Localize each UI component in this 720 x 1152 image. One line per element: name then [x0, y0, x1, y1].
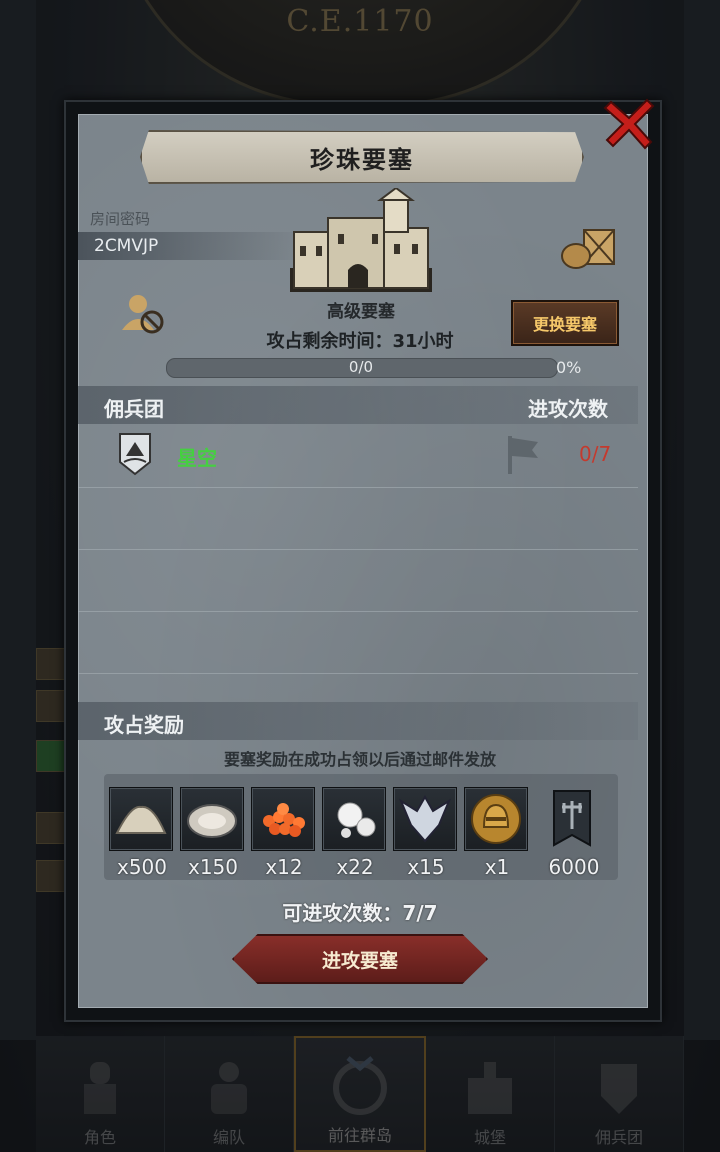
mercenary-name: 星空: [177, 446, 217, 470]
change-fortress-button[interactable]: 更换要塞: [511, 300, 619, 346]
attack-button-label: 进攻要塞: [321, 949, 398, 972]
available-attacks: 可进攻次数：7/7: [282, 901, 438, 925]
close-icon[interactable]: [603, 96, 657, 150]
reward-count: x150: [187, 855, 238, 879]
reward-note: 要塞奖励在成功占领以后通过邮件发放: [223, 750, 496, 769]
reward-count: 6000: [548, 855, 600, 879]
reward-slot: [109, 787, 173, 851]
reward-item[interactable]: [109, 787, 173, 851]
reward-slot: [251, 787, 315, 851]
knight-helmet-icon: [471, 794, 521, 844]
progress-percent: 0%: [556, 358, 582, 377]
fortress-icon: [290, 188, 432, 292]
reward-count: x15: [407, 855, 445, 879]
reward-item[interactable]: [393, 787, 457, 851]
header-mercenary: 佣兵团: [104, 397, 164, 421]
list-item[interactable]: [78, 430, 638, 486]
supply-crate-icon[interactable]: [560, 226, 616, 270]
roe-icon: [263, 803, 305, 837]
page-title: 珍珠要塞: [310, 145, 414, 174]
oyster-icon: [187, 804, 237, 838]
reward-count: x1: [484, 855, 510, 879]
reward-item[interactable]: [543, 787, 607, 853]
reward-slot: [322, 787, 386, 851]
reward-title: 攻占奖励: [104, 713, 184, 737]
reward-item[interactable]: [322, 787, 386, 851]
reward-slot: [464, 787, 528, 851]
reward-item[interactable]: [180, 787, 244, 851]
progress-value: 0/0: [348, 358, 374, 376]
row-divider: [78, 611, 638, 612]
header-attack-count: 进攻次数: [528, 397, 608, 421]
room-code-value[interactable]: 2CMVJP: [94, 236, 158, 256]
row-divider: [78, 673, 638, 674]
room-code-label: 房间密码: [90, 210, 151, 228]
title-banner: 珍珠要塞: [140, 130, 584, 184]
flag-icon: [508, 436, 538, 474]
reward-item[interactable]: [251, 787, 315, 851]
reward-item[interactable]: [464, 787, 528, 851]
remaining-time: 攻占剩余时间：31小时: [266, 331, 454, 352]
guild-banner-icon: [553, 790, 591, 847]
reward-count: x22: [336, 855, 374, 879]
user-block-icon[interactable]: [120, 292, 166, 336]
fortress-level: 高级要塞: [327, 302, 395, 322]
reward-slot: [393, 787, 457, 851]
reward-count: x12: [265, 855, 303, 879]
row-divider: [78, 487, 638, 488]
reward-slot: [180, 787, 244, 851]
change-fortress-label: 更换要塞: [532, 315, 597, 334]
row-divider: [78, 549, 638, 550]
pearl-icon: [337, 802, 376, 838]
mercenary-attack-count: 0/7: [579, 442, 612, 466]
guild-crest-icon: [119, 433, 151, 476]
sand-icon: [115, 805, 167, 834]
reward-count: x500: [116, 855, 167, 879]
attack-fortress-button[interactable]: 进攻要塞: [232, 934, 488, 984]
emblem-icon: [398, 794, 452, 843]
